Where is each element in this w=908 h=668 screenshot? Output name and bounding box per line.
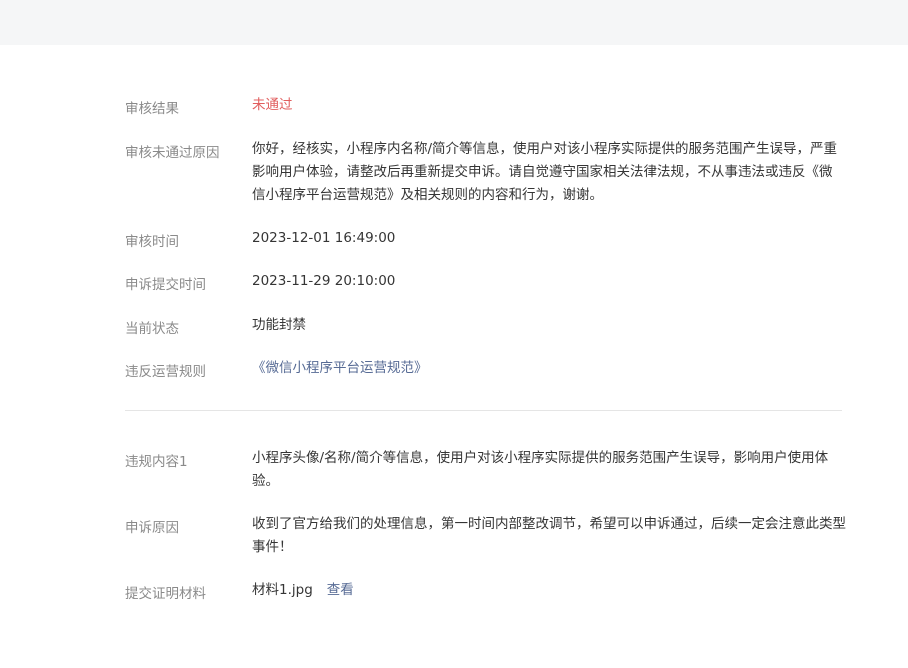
violated-rule-container: 《微信小程序平台运营规范》 (252, 357, 848, 380)
appeal-reason-text: 收到了官方给我们的处理信息，第一时间内部整改调节，希望可以申诉通过，后续一定会注… (252, 516, 846, 555)
appeal-submit-time-label: 申诉提交时间 (125, 277, 206, 293)
violation-content-text: 小程序头像/名称/简介等信息，使用户对该小程序实际提供的服务范围产生误导，影响用… (252, 450, 829, 489)
violated-rule-label: 违反运营规则 (125, 364, 206, 380)
view-evidence-link[interactable]: 查看 (327, 582, 354, 598)
rejection-reason-label: 审核未通过原因 (125, 145, 220, 161)
appeal-submit-time-value: 2023-11-29 20:10:00 (252, 273, 396, 289)
review-result-value: 未通过 (252, 97, 293, 113)
current-status-label: 当前状态 (125, 321, 179, 337)
review-time-label: 审核时间 (125, 234, 179, 250)
review-time-value: 2023-12-01 16:49:00 (252, 230, 396, 246)
review-result-label: 审核结果 (125, 101, 179, 117)
evidence-label: 提交证明材料 (125, 586, 206, 602)
violated-rule-link[interactable]: 《微信小程序平台运营规范》 (252, 360, 428, 376)
section-divider (125, 410, 842, 411)
violation-content-label: 违规内容1 (125, 454, 188, 470)
current-status-value: 功能封禁 (252, 317, 306, 333)
evidence-row: 材料1.jpg 查看 (252, 579, 848, 602)
evidence-file-name: 材料1.jpg (252, 582, 313, 598)
top-bar (0, 0, 908, 45)
rejection-reason-text: 你好，经核实，小程序内名称/简介等信息，使用户对该小程序实际提供的服务范围产生误… (252, 141, 838, 203)
appeal-reason-label: 申诉原因 (125, 520, 179, 536)
